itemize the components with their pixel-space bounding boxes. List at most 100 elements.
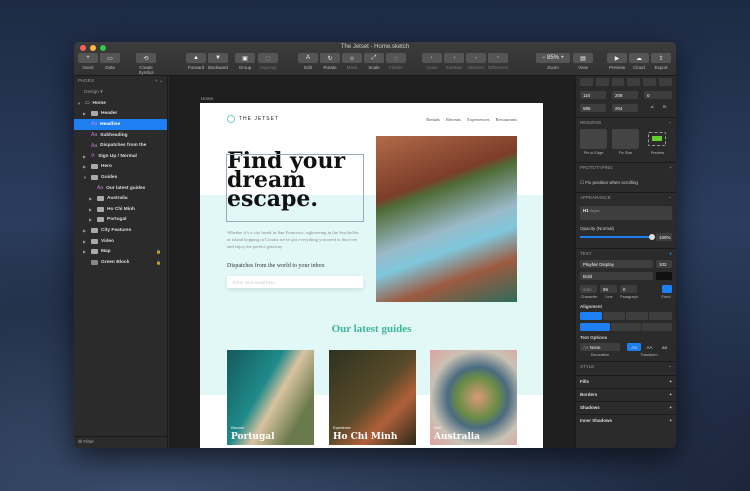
- layer-item[interactable]: ▶ Video: [74, 236, 167, 247]
- transform-lower[interactable]: aa: [658, 343, 671, 351]
- x-field[interactable]: 110: [580, 91, 606, 99]
- width-field[interactable]: 585: [580, 104, 606, 112]
- add-shadow-icon[interactable]: +: [669, 405, 672, 410]
- add-icon[interactable]: +: [669, 165, 672, 170]
- card-ho-chi-minh[interactable]: Experience Ho Chi Minh: [329, 350, 416, 445]
- rotation-field[interactable]: 0: [644, 91, 672, 99]
- dispatches-text[interactable]: Dispatches from the world to your inbox: [227, 263, 325, 269]
- height-field[interactable]: 264: [612, 104, 638, 112]
- disclosure-icon[interactable]: ▶: [89, 196, 94, 201]
- disclosure-icon[interactable]: ▶: [83, 239, 88, 244]
- toolbar-create-symbol-button[interactable]: ⟲ Create Symbol: [136, 53, 156, 75]
- toolbar-scale-button[interactable]: ⤢ Scale: [364, 53, 384, 70]
- nav-retreats[interactable]: Retreats: [446, 117, 461, 122]
- disclosure-icon[interactable]: ▶: [89, 207, 94, 212]
- decoration-select[interactable]: Aa None: [580, 343, 620, 351]
- canvas[interactable]: Home THE JETSET Rentals Retreats Experie…: [169, 76, 575, 448]
- toolbar-subtract-button[interactable]: ◑ Subtract: [444, 53, 464, 70]
- toolbar-preview-button[interactable]: ▶ Preview: [607, 53, 627, 70]
- layer-item[interactable]: Green Block 🔒: [74, 257, 167, 268]
- page-selector[interactable]: Design ▾: [84, 90, 103, 95]
- toolbar-insert-button[interactable]: + Insert: [78, 53, 98, 70]
- vertical-top-button[interactable]: [580, 323, 610, 331]
- latest-guides-heading[interactable]: Our latest guides: [200, 323, 543, 335]
- disclosure-icon[interactable]: ▶: [83, 228, 88, 233]
- layer-item[interactable]: Aa Dispatches from the: [74, 140, 167, 151]
- toolbar-edit-button[interactable]: A Edit: [298, 53, 318, 70]
- character-spacing-field[interactable]: auto: [580, 285, 597, 293]
- logo[interactable]: THE JETSET: [227, 115, 279, 123]
- toolbar-rotate-button[interactable]: ↻ Rotate: [320, 53, 340, 70]
- layer-item[interactable]: ▶ ⟳ Sign Up / Normal: [74, 151, 167, 162]
- align-center-button[interactable]: [603, 312, 625, 320]
- toolbar-mask-button[interactable]: ◉ Mask: [342, 53, 362, 70]
- add-fill-icon[interactable]: +: [669, 379, 672, 384]
- disclosure-icon[interactable]: ▶: [83, 111, 88, 116]
- opacity-slider[interactable]: [580, 234, 655, 240]
- text-style-selector[interactable]: H1 Styles: [580, 206, 672, 220]
- lock-icon[interactable]: 🔒: [156, 260, 161, 265]
- align-top-icon[interactable]: [627, 78, 641, 86]
- layer-item[interactable]: ▶ Hero: [74, 162, 167, 173]
- filter-field[interactable]: ⊜ Filter: [74, 436, 167, 448]
- layer-item[interactable]: Aa Our latest guides: [74, 183, 167, 194]
- paragraph-spacing-field[interactable]: 0: [620, 285, 637, 293]
- toolbar-zoom-button[interactable]: − 85% + Zoom: [536, 53, 570, 70]
- collapse-icon[interactable]: ⌄: [668, 119, 672, 125]
- card-australia[interactable]: Visit Australia: [430, 350, 517, 445]
- y-field[interactable]: 208: [612, 91, 638, 99]
- disclosure-icon[interactable]: ▼: [83, 175, 88, 180]
- disclosure-icon[interactable]: ▶: [83, 154, 88, 159]
- hero-image[interactable]: [376, 136, 517, 302]
- email-input[interactable]: Enter your email here: [227, 276, 363, 288]
- font-weight-select[interactable]: Bold: [580, 272, 653, 280]
- toolbar-intersect-button[interactable]: ◒ Intersect: [466, 53, 486, 70]
- artboard-label[interactable]: Home: [201, 96, 213, 101]
- justify-button[interactable]: [649, 312, 672, 320]
- font-size-field[interactable]: 102: [656, 260, 672, 268]
- align-center-icon[interactable]: [595, 78, 609, 86]
- collapse-icon[interactable]: ⌄: [668, 363, 672, 369]
- layer-item[interactable]: ▶ Map 🔒: [74, 246, 167, 257]
- transform-upper[interactable]: AA: [643, 343, 656, 351]
- layer-item[interactable]: ▶ Australia: [74, 193, 167, 204]
- text-settings-icon[interactable]: ●: [669, 251, 672, 256]
- align-right-button[interactable]: [626, 312, 648, 320]
- toolbar-data-button[interactable]: ▭ Data: [100, 53, 120, 70]
- layer-item[interactable]: Aa Headline: [74, 119, 167, 130]
- fixed-width-button[interactable]: [662, 285, 672, 293]
- layer-item[interactable]: ▼ Guides: [74, 172, 167, 183]
- toolbar-forward-button[interactable]: ▲ Forward: [186, 53, 206, 70]
- card-portugal[interactable]: Discover Portugal: [227, 350, 314, 445]
- slider-thumb[interactable]: [649, 234, 655, 240]
- line-height-field[interactable]: 86: [600, 285, 617, 293]
- disclosure-icon[interactable]: ▶: [83, 164, 88, 169]
- layer-item[interactable]: Aa Subheading: [74, 130, 167, 141]
- fix-position-checkbox[interactable]: ☐ Fix position when scrolling: [580, 180, 638, 186]
- vertical-middle-button[interactable]: [611, 323, 641, 331]
- flip-vertical-icon[interactable]: ⊳: [663, 104, 667, 110]
- disclosure-icon[interactable]: ▼: [77, 101, 82, 106]
- text-color-swatch[interactable]: [656, 272, 672, 280]
- align-right-icon[interactable]: [611, 78, 625, 86]
- layer-item[interactable]: ▶ City Features: [74, 225, 167, 236]
- nav-rentals[interactable]: Rentals: [426, 117, 440, 122]
- lock-icon[interactable]: 🔒: [156, 249, 161, 254]
- align-bottom-icon[interactable]: [659, 78, 672, 86]
- transform-none[interactable]: Aa: [627, 343, 641, 351]
- font-family-select[interactable]: Playfair Display: [580, 260, 653, 268]
- nav-experiences[interactable]: Experiences: [467, 117, 489, 122]
- add-inner-shadow-icon[interactable]: +: [669, 418, 672, 423]
- toolbar-view-button[interactable]: ▤ View: [573, 53, 593, 70]
- toolbar-flatten-button[interactable]: ◇ Flatten: [386, 53, 406, 70]
- flip-horizontal-icon[interactable]: ⊿: [650, 104, 654, 110]
- pin-to-edge-control[interactable]: [580, 129, 607, 149]
- toolbar-cloud-button[interactable]: ☁ Cloud: [629, 53, 649, 70]
- add-border-icon[interactable]: +: [669, 392, 672, 397]
- opacity-field[interactable]: 100%: [656, 233, 672, 241]
- selection-box[interactable]: [226, 154, 364, 222]
- toolbar-ungroup-button[interactable]: ▢ Ungroup: [258, 53, 278, 70]
- layer-item[interactable]: ▶ Header: [74, 109, 167, 120]
- align-left-button[interactable]: [580, 312, 602, 320]
- toolbar-union-button[interactable]: ◐ Union: [422, 53, 442, 70]
